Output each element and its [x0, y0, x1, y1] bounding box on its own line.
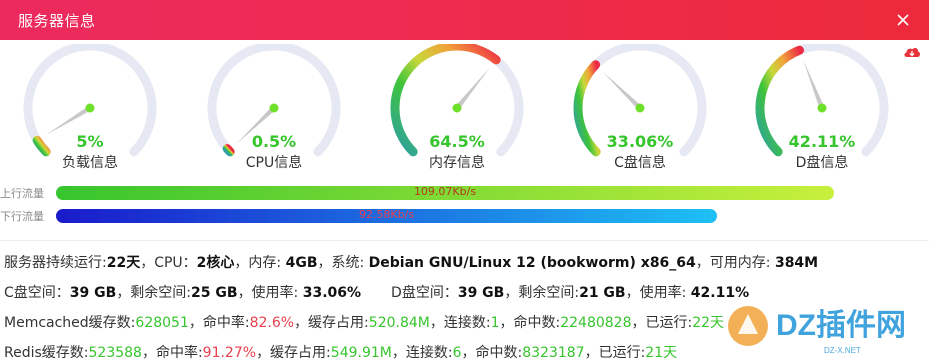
redis-hits-value: 8323187 — [522, 345, 585, 361]
gauge-memory-label: 内存信息 — [429, 155, 485, 171]
memcached-uptime-value: 22天 — [692, 315, 725, 331]
gauge-cpu: 0.5% CPU信息 — [204, 44, 344, 172]
upload-traffic-value: 109.07Kb/s — [413, 185, 477, 198]
d-free-label: ，剩余空间: — [504, 285, 580, 301]
watermark-logo: DZ插件网 DZ-X.NET — [728, 306, 906, 355]
redis-summary-line: Redis缓存数:523588，命中率:91.27%，缓存占用:549.91M，… — [4, 342, 677, 361]
gauge-cpu-label: CPU信息 — [245, 155, 303, 171]
dialog-title: 服务器信息 — [18, 12, 96, 30]
gauge-center-dot — [85, 103, 95, 113]
c-free-value: 25 GB — [191, 285, 238, 301]
gauge-disk-d-label: D盘信息 — [795, 155, 849, 171]
memory-label: ，内存: — [234, 255, 286, 271]
d-space-value: 39 GB — [457, 285, 505, 301]
redis-hit-rate-label: ，命中率: — [141, 345, 203, 361]
dialog-titlebar: 服务器信息 — [0, 0, 929, 40]
gauge-center-dot — [452, 103, 462, 113]
gauge-disk-c: 33.06% C盘信息 — [570, 44, 710, 172]
memcached-connections-label: ，连接数: — [429, 315, 491, 331]
redis-connections-value: 6 — [452, 345, 462, 361]
redis-uptime-label: ，已运行: — [584, 345, 646, 361]
upload-traffic-bar: 109.07Kb/s — [56, 185, 834, 200]
memcached-count-label: Memcached缓存数: — [4, 315, 136, 331]
os-value: Debian GNU/Linux 12 (bookworm) x86_64 — [368, 255, 696, 271]
download-traffic-label: 下行流量 — [0, 210, 44, 223]
gauge-needle — [455, 67, 490, 110]
gauge-load-label: 负载信息 — [62, 155, 118, 171]
upload-traffic-label: 上行流量 — [0, 187, 44, 200]
redis-memory-value: 549.91M — [330, 345, 392, 361]
redis-count-label: Redis缓存数: — [4, 345, 89, 361]
cpu-cores-value: 2核心 — [196, 255, 235, 271]
c-usage-label: ，使用率: — [237, 285, 303, 301]
c-space-label: C盘空间： — [4, 285, 70, 301]
gauge-memory-value: 64.5% — [429, 132, 485, 151]
redis-count-value: 523588 — [88, 345, 142, 361]
memory-value: 4GB — [285, 255, 318, 271]
redis-hits-label: ，命中数: — [461, 345, 523, 361]
memcached-count-value: 628051 — [135, 315, 189, 331]
disk-summary-line: C盘空间：39 GB，剩余空间:25 GB，使用率: 33.06% D盘空间：39… — [4, 282, 749, 302]
server-summary-line: 服务器持续运行:22天，CPU：2核心，内存: 4GB，系统: Debian G… — [4, 252, 818, 272]
gauge-center-dot — [817, 103, 827, 113]
available-memory-label: ，可用内存: — [695, 255, 775, 271]
memcached-memory-label: ，缓存占用: — [294, 315, 369, 331]
available-memory-value: 384M — [774, 255, 819, 271]
d-usage-label: ，使用率: — [625, 285, 691, 301]
gauge-load: 5% 负载信息 — [20, 44, 160, 172]
uptime-value: 22天 — [106, 255, 141, 271]
memcached-hits-label: ，命中数: — [499, 315, 561, 331]
redis-uptime-value: 21天 — [645, 345, 678, 361]
download-traffic-bar: 92.58Kb/s — [56, 208, 717, 223]
os-label: ，系统: — [317, 255, 369, 271]
gauge-cpu-value: 0.5% — [251, 132, 297, 151]
d-space-label: D盘空间： — [391, 285, 458, 301]
memcached-memory-value: 520.84M — [368, 315, 430, 331]
c-usage-value: 33.06% — [302, 285, 362, 301]
gauge-disk-c-label: C盘信息 — [614, 155, 666, 171]
memcached-connections-value: 1 — [490, 315, 500, 331]
gauge-load-value: 5% — [76, 132, 104, 151]
watermark-text: DZ插件网 — [776, 309, 906, 342]
gauge-needle — [803, 59, 825, 109]
d-free-value: 21 GB — [579, 285, 626, 301]
download-traffic-value: 92.58Kb/s — [358, 208, 415, 221]
gauge-needle — [45, 105, 92, 136]
c-free-label: ，剩余空间: — [116, 285, 192, 301]
section-divider — [0, 240, 929, 241]
close-icon[interactable] — [893, 10, 913, 30]
gauge-disk-d: 42.11% D盘信息 — [752, 44, 892, 172]
uptime-label: 服务器持续运行: — [4, 255, 107, 271]
memcached-hits-value: 22480828 — [560, 315, 632, 331]
cpu-label: ，CPU： — [140, 255, 197, 271]
memcached-hit-rate-value: 82.6% — [249, 315, 295, 331]
cloud-download-icon[interactable] — [903, 44, 921, 60]
gauge-needle — [602, 71, 642, 110]
c-space-value: 39 GB — [69, 285, 117, 301]
memcached-summary-line: Memcached缓存数:628051，命中率:82.6%，缓存占用:520.8… — [4, 312, 724, 332]
redis-connections-label: ，连接数: — [391, 345, 453, 361]
gauge-center-dot — [269, 103, 279, 113]
redis-hit-rate-value: 91.27% — [202, 345, 257, 361]
gauge-disk-c-value: 33.06% — [606, 132, 674, 151]
redis-memory-label: ，缓存占用: — [256, 345, 331, 361]
gauge-disk-d-value: 42.11% — [788, 132, 856, 151]
memcached-hit-rate-label: ，命中率: — [188, 315, 250, 331]
watermark-subtext: DZ-X.NET — [824, 346, 861, 355]
memcached-uptime-label: ，已运行: — [631, 315, 693, 331]
gauge-center-dot — [635, 103, 645, 113]
gauge-memory: 64.5% 内存信息 — [387, 44, 527, 172]
